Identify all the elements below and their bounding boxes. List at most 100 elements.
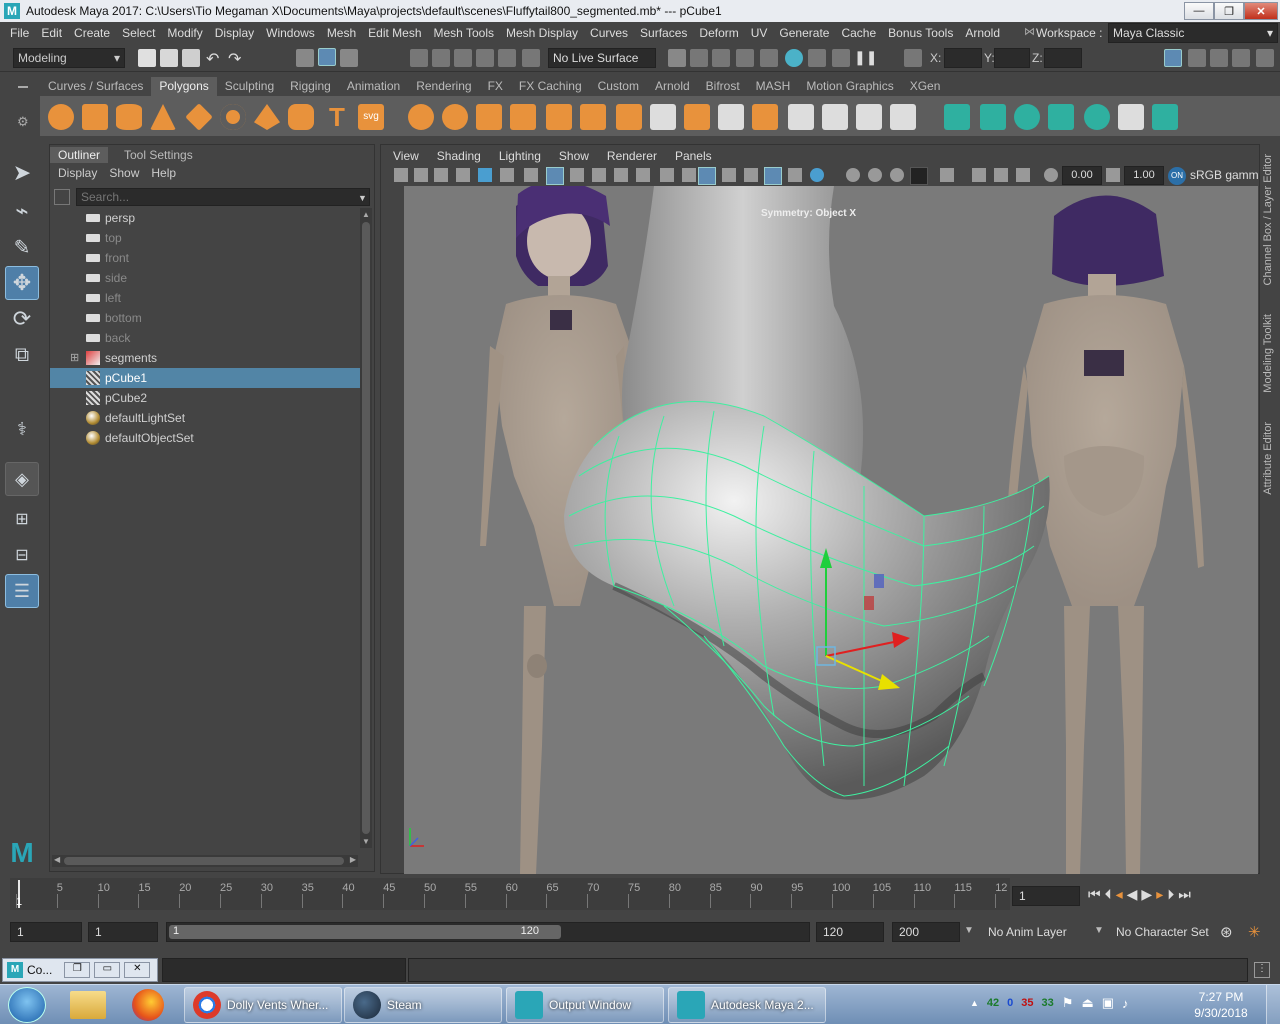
resolution-gate-icon[interactable] xyxy=(592,168,606,182)
select-camera-icon[interactable] xyxy=(394,168,408,182)
shelf-tab-animation[interactable]: Animation xyxy=(339,77,408,96)
render-view-icon[interactable] xyxy=(808,49,826,67)
redo-icon[interactable]: ↷ xyxy=(228,49,246,68)
x-field[interactable] xyxy=(944,48,982,68)
safe-action-icon[interactable] xyxy=(660,168,674,182)
tab-channel-box[interactable]: Channel Box / Layer Editor xyxy=(1262,154,1274,285)
menu-arnold[interactable]: Arnold xyxy=(959,26,1006,40)
combine-icon[interactable] xyxy=(408,104,434,130)
poly-cone-icon[interactable] xyxy=(150,104,176,130)
minimize-button[interactable]: — xyxy=(1184,2,1214,20)
collapse-icon[interactable] xyxy=(856,104,882,130)
uv-editor-icon[interactable] xyxy=(1084,104,1110,130)
open-scene-icon[interactable] xyxy=(160,49,178,67)
outliner-item[interactable]: back xyxy=(50,328,360,348)
menu-file[interactable]: File xyxy=(4,26,35,40)
yz-plane-handle[interactable] xyxy=(874,574,884,588)
outliner-item[interactable]: ⊞ segments xyxy=(50,348,360,368)
wireframe-on-shaded-icon[interactable] xyxy=(722,168,736,182)
select-object-icon[interactable] xyxy=(318,48,336,66)
auto-key-icon[interactable]: ⊛ xyxy=(1220,923,1238,941)
target-weld-icon[interactable] xyxy=(752,104,778,130)
xy-plane-handle[interactable] xyxy=(864,596,874,610)
restore-button[interactable]: ❐ xyxy=(1214,2,1244,20)
automatic-map-icon[interactable] xyxy=(1048,104,1074,130)
outliner-menu-display[interactable]: Display xyxy=(52,164,103,182)
menu-edit[interactable]: Edit xyxy=(35,26,68,40)
outliner-item[interactable]: defaultObjectSet xyxy=(50,428,360,448)
chevron-down-icon[interactable]: ▼ xyxy=(964,925,974,936)
smooth-shade-icon[interactable] xyxy=(698,167,716,185)
step-back-frame-icon[interactable]: ◂ xyxy=(1116,886,1123,908)
undo-icon[interactable]: ↶ xyxy=(206,49,224,68)
two-view-icon[interactable]: ⊟ xyxy=(5,538,39,572)
insert-edge-loop-icon[interactable] xyxy=(684,104,710,130)
show-desktop-button[interactable] xyxy=(1266,985,1280,1024)
scroll-right-icon[interactable]: ▶ xyxy=(350,855,356,864)
rotate-tool-icon[interactable]: ⟳ xyxy=(5,302,39,336)
cylindrical-map-icon[interactable] xyxy=(980,104,1006,130)
clock[interactable]: 7:27 PM 9/30/2018 xyxy=(1186,989,1256,1021)
uv-layout-icon[interactable] xyxy=(1118,104,1144,130)
fill-hole-icon[interactable] xyxy=(788,104,814,130)
four-view-icon[interactable]: ⊞ xyxy=(5,502,39,536)
viewport-menu-panels[interactable]: Panels xyxy=(666,146,721,164)
bridge-icon[interactable] xyxy=(580,104,606,130)
transform-mode-icon[interactable] xyxy=(904,49,922,67)
menu-select[interactable]: Select xyxy=(116,26,161,40)
xray-joints-icon[interactable] xyxy=(972,168,986,182)
minimized-window[interactable]: M Co... ❐ ▭ ✕ xyxy=(2,958,158,982)
toggle-sidebar-icon[interactable] xyxy=(1164,49,1182,67)
shelf-tab-xgen[interactable]: XGen xyxy=(902,77,949,96)
poly-pyramid-icon[interactable] xyxy=(254,104,280,130)
snap-grid-icon[interactable] xyxy=(410,49,428,67)
step-forward-frame-icon[interactable]: ▸ xyxy=(1156,886,1163,908)
pause-icon[interactable]: ❚❚ xyxy=(854,49,877,67)
menu-windows[interactable]: Windows xyxy=(260,26,321,40)
outliner-item[interactable]: top xyxy=(50,228,360,248)
menu-surfaces[interactable]: Surfaces xyxy=(634,26,693,40)
close-button[interactable]: ✕ xyxy=(1244,2,1278,20)
snap-curve-icon[interactable] xyxy=(432,49,450,67)
mirror-icon[interactable] xyxy=(476,104,502,130)
image-plane-icon[interactable] xyxy=(456,168,470,182)
tool-settings-icon[interactable] xyxy=(1232,49,1250,67)
playback-start-field[interactable]: 1 xyxy=(88,922,158,942)
shelf-tab-bifrost[interactable]: Bifrost xyxy=(698,77,748,96)
step-back-key-icon[interactable]: ⏴ xyxy=(1105,886,1112,908)
outliner-search-input[interactable] xyxy=(76,188,370,206)
viewport-menu-view[interactable]: View xyxy=(384,146,428,164)
snap-point-icon[interactable] xyxy=(454,49,472,67)
volume-icon[interactable]: ♪ xyxy=(1122,996,1129,1011)
hypershade-icon[interactable] xyxy=(785,49,803,67)
film-gate-icon[interactable] xyxy=(570,168,584,182)
gear-icon[interactable]: ⚙ xyxy=(17,114,29,130)
shelf-tab-rigging[interactable]: Rigging xyxy=(282,77,339,96)
taskbar-item[interactable]: Output Window xyxy=(506,987,664,1023)
outliner-menu-show[interactable]: Show xyxy=(103,164,145,182)
current-frame-field[interactable]: 1 xyxy=(1012,886,1080,906)
tab-attribute-editor[interactable]: Attribute Editor xyxy=(1262,422,1274,495)
character-set-dropdown[interactable]: No Character Set xyxy=(1112,922,1212,942)
multi-cut-icon[interactable] xyxy=(650,104,676,130)
viewport-menu-lighting[interactable]: Lighting xyxy=(490,146,550,164)
outliner-item[interactable]: persp xyxy=(50,208,360,228)
poly-pipe-icon[interactable] xyxy=(288,104,314,130)
xray-icon[interactable] xyxy=(940,168,954,182)
menu-create[interactable]: Create xyxy=(68,26,116,40)
motion-blur-icon[interactable] xyxy=(846,168,860,182)
tab-modeling-toolkit[interactable]: Modeling Toolkit xyxy=(1262,314,1274,393)
action-center-icon[interactable]: ⚑ xyxy=(1062,995,1074,1011)
smooth-icon[interactable] xyxy=(510,104,536,130)
select-component-icon[interactable] xyxy=(340,49,358,67)
outliner-item[interactable]: defaultLightSet xyxy=(50,408,360,428)
menu-mesh-display[interactable]: Mesh Display xyxy=(500,26,584,40)
gamma-field[interactable]: 1.00 xyxy=(1124,166,1164,185)
construction-history-icon[interactable] xyxy=(690,49,708,67)
move-tool-icon[interactable]: ✥ xyxy=(5,266,39,300)
taskbar-item[interactable]: Steam xyxy=(344,987,502,1023)
camera-attributes-icon[interactable] xyxy=(414,168,428,182)
scroll-up-icon[interactable]: ▲ xyxy=(362,210,370,219)
use-lights-icon[interactable] xyxy=(764,167,782,185)
anim-layer-dropdown[interactable]: No Anim Layer xyxy=(984,922,1084,942)
